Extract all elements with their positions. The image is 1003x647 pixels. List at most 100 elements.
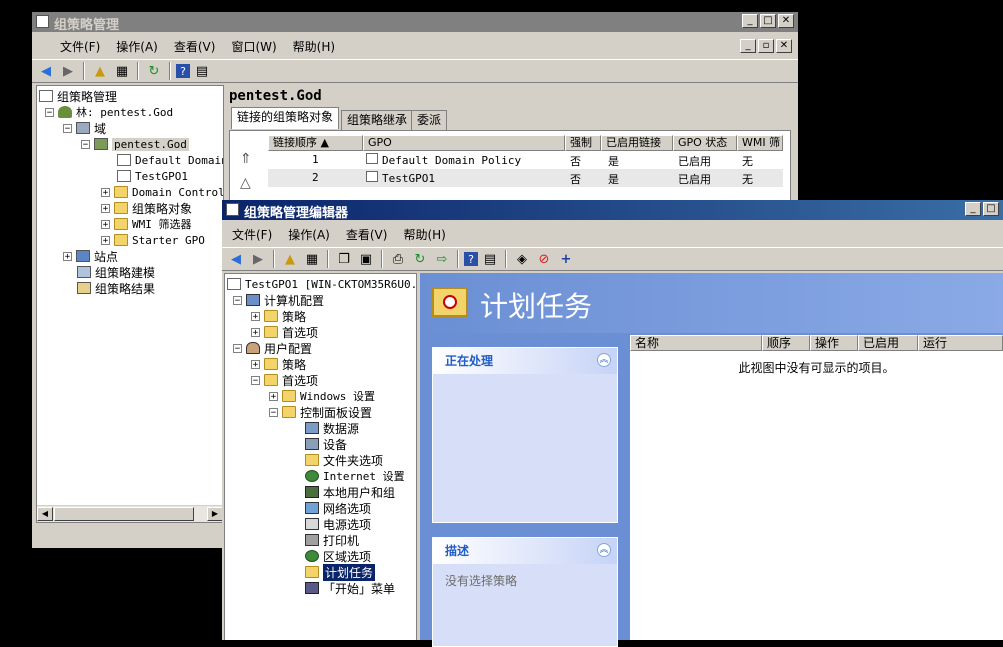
col-wmi[interactable]: WMI 筛 — [737, 135, 783, 151]
tree-modeling[interactable]: 组策略建模 — [77, 264, 155, 280]
tree-item-regional[interactable]: 区域选项 — [305, 548, 371, 564]
tree-item-start-menu[interactable]: 「开始」菜单 — [305, 580, 395, 596]
help-icon[interactable]: ? — [464, 252, 478, 266]
show-tree-icon[interactable]: ▦ — [112, 61, 132, 81]
child-restore-button[interactable]: ▫ — [758, 39, 774, 53]
collapse-icon[interactable]: − — [251, 375, 260, 385]
help-icon[interactable]: ? — [176, 64, 190, 78]
menu-view[interactable]: 查看(V) — [166, 38, 224, 55]
tab-delegation[interactable]: 委派 — [411, 110, 448, 130]
scroll-left-button[interactable]: ◀ — [37, 507, 53, 521]
expand-icon[interactable]: + — [251, 311, 260, 321]
child-close-button[interactable]: ✕ — [776, 39, 792, 53]
paste-icon[interactable]: ▣ — [356, 249, 376, 269]
tree-c-policies[interactable]: + 策略 — [251, 308, 306, 324]
col-enabled[interactable]: 已启用 — [858, 335, 918, 351]
description-panel-header[interactable]: 描述 — [433, 538, 617, 564]
child-minimize-button[interactable]: _ — [740, 39, 756, 53]
tree-ddp[interactable]: Default Domain — [117, 152, 223, 168]
add-icon[interactable]: + — [556, 249, 576, 269]
move-up-button[interactable]: ⇑ — [240, 151, 256, 167]
print-icon[interactable]: ⎙ — [388, 249, 408, 269]
collapse-icon[interactable]: − — [45, 107, 54, 117]
col-action[interactable]: 操作 — [810, 335, 858, 351]
scroll-right-button[interactable]: ▶ — [207, 507, 223, 521]
col-enforced[interactable]: 强制 — [565, 135, 601, 151]
tree-item-devices[interactable]: 设备 — [305, 436, 347, 452]
back-arrow-icon[interactable]: ◀ — [226, 249, 246, 269]
collapse-icon[interactable]: − — [63, 123, 72, 133]
tree-gpo-objects[interactable]: + 组策略对象 — [101, 200, 192, 216]
collapse-chevron-icon[interactable]: ︽ — [597, 543, 611, 557]
close-button[interactable]: ✕ — [778, 14, 794, 28]
copy-icon[interactable]: ❐ — [334, 249, 354, 269]
editor-minimize-button[interactable]: _ — [965, 202, 981, 216]
col-link-order[interactable]: 链接顺序 ▲ — [268, 135, 363, 151]
tree-computer-config[interactable]: − 计算机配置 — [233, 292, 324, 308]
tree-win-settings[interactable]: + Windows 设置 — [269, 388, 375, 404]
expand-icon[interactable]: + — [251, 327, 260, 337]
tree-forest[interactable]: − 林: pentest.God — [45, 104, 173, 120]
scroll-thumb[interactable] — [54, 507, 194, 521]
tree-sites[interactable]: + 站点 — [63, 248, 118, 264]
table-row[interactable]: 1 Default Domain Policy 否 是 已启用 无 — [268, 151, 783, 169]
tree-root[interactable]: 组策略管理 — [39, 88, 117, 104]
tree-item-scheduled-tasks[interactable]: 计划任务 — [305, 563, 376, 581]
menu-action[interactable]: 操作(A) — [108, 38, 166, 55]
collapse-icon[interactable]: − — [233, 295, 242, 305]
export-icon[interactable]: ⇨ — [432, 249, 452, 269]
menu-file[interactable]: 文件(F) — [52, 38, 108, 55]
expand-icon[interactable]: + — [101, 187, 110, 197]
tree-user-config[interactable]: − 用户配置 — [233, 340, 312, 356]
expand-icon[interactable]: + — [63, 251, 72, 261]
tree-u-policies[interactable]: + 策略 — [251, 356, 306, 372]
forward-arrow-icon[interactable]: ▶ — [58, 61, 78, 81]
tree-item-printers[interactable]: 打印机 — [305, 532, 359, 548]
tree-item-folder-options[interactable]: 文件夹选项 — [305, 452, 383, 468]
collapse-icon[interactable]: − — [269, 407, 278, 417]
tree-item-internet[interactable]: Internet 设置 — [305, 468, 405, 484]
properties-icon[interactable]: ▤ — [480, 249, 500, 269]
tree-gpo-root[interactable]: TestGPO1 [WIN-CKTOM35R6U0.PE — [227, 276, 416, 292]
collapse-chevron-icon[interactable]: ︽ — [597, 353, 611, 367]
view-icon[interactable]: ◈ — [512, 249, 532, 269]
tree-domains[interactable]: − 域 — [63, 120, 106, 136]
collapse-icon[interactable]: − — [81, 139, 90, 149]
tree-dc[interactable]: + Domain Control — [101, 184, 223, 200]
col-order[interactable]: 顺序 — [762, 335, 810, 351]
expand-icon[interactable]: + — [101, 235, 110, 245]
stop-icon[interactable]: ⊘ — [534, 249, 554, 269]
expand-icon[interactable]: + — [101, 203, 110, 213]
col-name[interactable]: 名称 — [630, 335, 762, 351]
menu-help[interactable]: 帮助(H) — [395, 226, 453, 243]
up-folder-icon[interactable]: ▲ — [90, 61, 110, 81]
menu-action[interactable]: 操作(A) — [280, 226, 338, 243]
expand-icon[interactable]: + — [251, 359, 260, 369]
editor-titlebar[interactable]: 组策略管理编辑器 _ □ — [222, 200, 1003, 221]
tree-horizontal-scrollbar[interactable]: ◀ ▶ — [37, 505, 223, 522]
tree-item-network[interactable]: 网络选项 — [305, 500, 371, 516]
tree-cp-settings[interactable]: − 控制面板设置 — [269, 404, 372, 420]
tree-wmi[interactable]: + WMI 筛选器 — [101, 216, 192, 232]
processing-panel-header[interactable]: 正在处理 — [433, 348, 617, 374]
forward-arrow-icon[interactable]: ▶ — [248, 249, 268, 269]
minimize-button[interactable]: _ — [742, 14, 758, 28]
refresh-icon[interactable]: ↻ — [410, 249, 430, 269]
table-row[interactable]: 2 TestGPO1 否 是 已启用 无 — [268, 169, 783, 187]
tab-inheritance[interactable]: 组策略继承 — [341, 110, 414, 130]
tree-testgpo[interactable]: TestGPO1 — [117, 168, 188, 184]
back-arrow-icon[interactable]: ◀ — [36, 61, 56, 81]
move-top-button[interactable]: △ — [240, 175, 256, 191]
menu-view[interactable]: 查看(V) — [338, 226, 396, 243]
collapse-icon[interactable]: − — [233, 343, 242, 353]
tree-u-prefs[interactable]: − 首选项 — [251, 372, 318, 388]
tree-item-power[interactable]: 电源选项 — [305, 516, 371, 532]
col-run[interactable]: 运行 — [918, 335, 1003, 351]
tree-results[interactable]: 组策略结果 — [77, 280, 155, 296]
tree-c-prefs[interactable]: + 首选项 — [251, 324, 318, 340]
menu-help[interactable]: 帮助(H) — [285, 38, 343, 55]
refresh-icon[interactable]: ↻ — [144, 61, 164, 81]
menu-file[interactable]: 文件(F) — [224, 226, 280, 243]
gpm-titlebar[interactable]: 组策略管理 _ □ ✕ — [32, 12, 798, 33]
tree-domain[interactable]: − pentest.God — [81, 136, 189, 152]
